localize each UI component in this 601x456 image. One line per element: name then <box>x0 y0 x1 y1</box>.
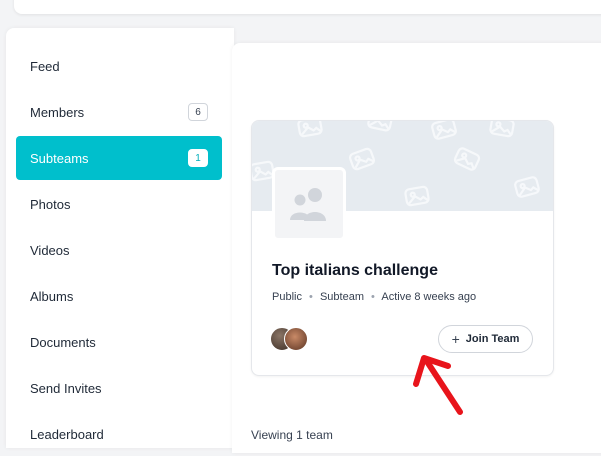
team-avatar <box>272 167 346 241</box>
members-count-badge: 6 <box>188 103 208 121</box>
sidebar-item-label: Videos <box>30 242 70 258</box>
group-icon <box>290 188 326 221</box>
sidebar-item-label: Leaderboard <box>30 426 104 442</box>
team-title[interactable]: Top italians challenge <box>272 262 438 280</box>
sidebar-item-label: Albums <box>30 288 74 304</box>
red-arrow-icon <box>413 355 463 415</box>
member-avatars[interactable] <box>270 327 314 351</box>
join-team-button[interactable]: + Join Team <box>438 325 533 353</box>
team-activity: Active 8 weeks ago <box>381 291 477 303</box>
sidebar-item-label: Photos <box>30 196 71 212</box>
sidebar-item-label: Subteams <box>30 150 89 166</box>
sidebar-item-subteams[interactable]: Subteams 1 <box>16 136 222 180</box>
viewing-count-text: Viewing 1 team <box>251 428 333 442</box>
sidebar-item-videos[interactable]: Videos <box>16 228 222 272</box>
separator-dot: • <box>371 291 375 303</box>
sidebar-item-label: Documents <box>30 334 96 350</box>
sidebar-nav: Feed Members 6 Subteams 1 Photos Videos … <box>6 28 234 448</box>
subteams-count-badge: 1 <box>188 149 208 167</box>
sidebar-item-albums[interactable]: Albums <box>16 274 222 318</box>
sidebar-item-feed[interactable]: Feed <box>16 44 222 88</box>
sidebar-item-send-invites[interactable]: Send Invites <box>16 366 222 410</box>
sidebar-item-label: Members <box>30 104 85 120</box>
sidebar-item-label: Send Invites <box>30 380 102 396</box>
sidebar-item-members[interactable]: Members 6 <box>16 90 222 134</box>
team-card[interactable]: Top italians challenge Public • Subteam … <box>251 120 554 376</box>
sidebar-item-documents[interactable]: Documents <box>16 320 222 364</box>
team-type: Subteam <box>319 291 364 303</box>
sidebar-item-label: Feed <box>30 58 60 74</box>
avatar[interactable] <box>284 327 308 351</box>
sidebar-item-leaderboard[interactable]: Leaderboard <box>16 412 222 456</box>
team-meta: Public • Subteam • Active 8 weeks ago <box>272 291 476 303</box>
top-bar <box>14 0 601 14</box>
sidebar-item-photos[interactable]: Photos <box>16 182 222 226</box>
plus-icon: + <box>451 331 460 347</box>
team-visibility: Public <box>272 291 302 303</box>
separator-dot: • <box>309 291 313 303</box>
join-team-label: Join Team <box>465 333 520 345</box>
